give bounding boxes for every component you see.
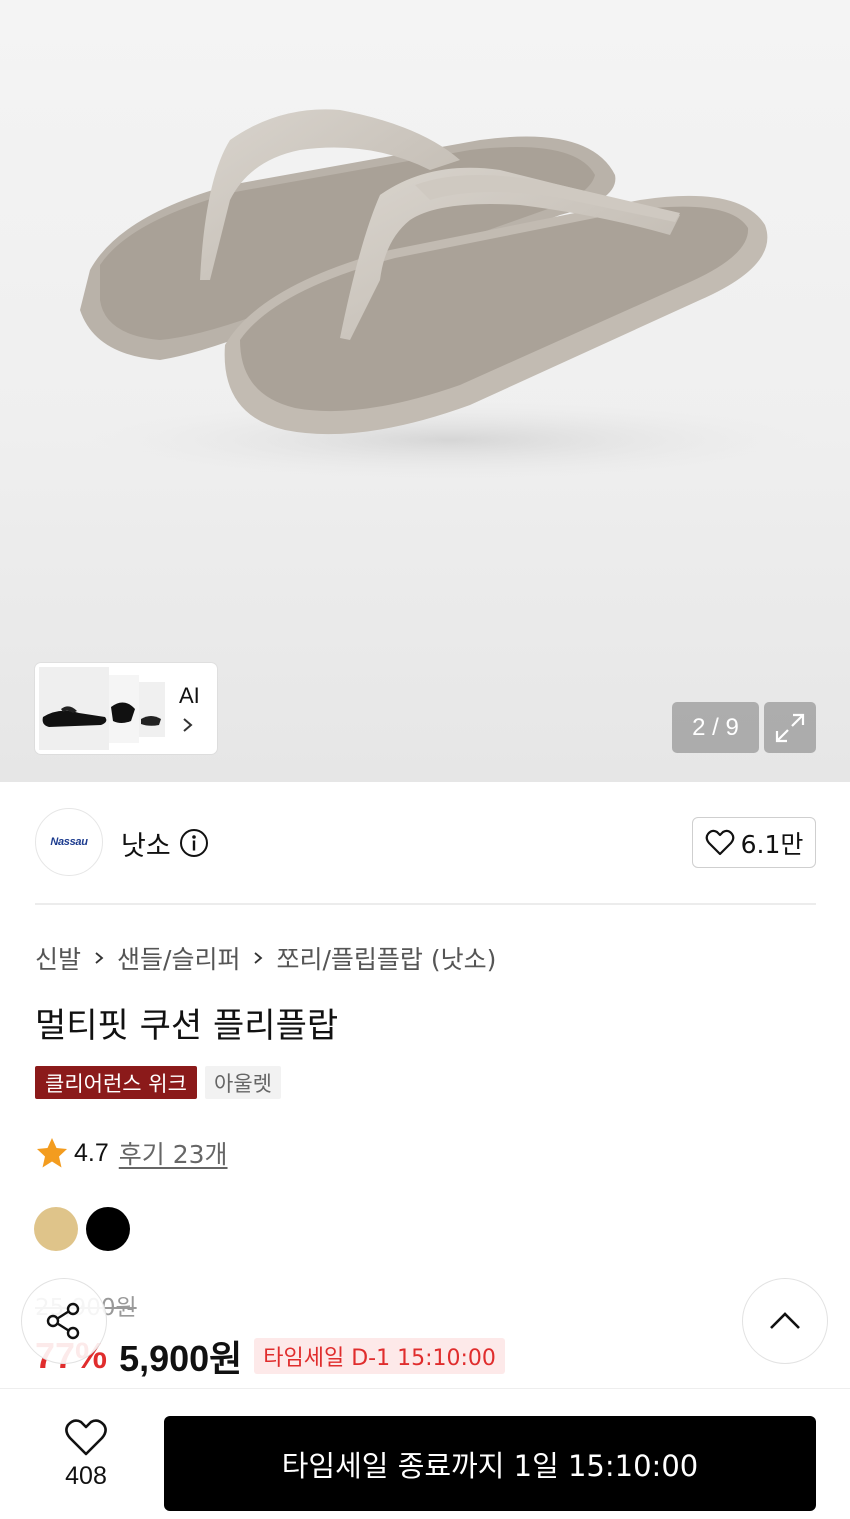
review-link[interactable]: 후기 23개: [119, 1135, 228, 1171]
breadcrumb-item[interactable]: 샌들/슬리퍼: [117, 940, 240, 976]
timesale-cta-button[interactable]: 타임세일 종료까지 1일 15:10:00: [164, 1416, 816, 1511]
heart-icon: [705, 829, 734, 855]
brand-like-count: 6.1만: [740, 829, 804, 859]
info-icon[interactable]: [179, 828, 209, 858]
scroll-top-button[interactable]: [742, 1278, 828, 1364]
timesale-badge: 타임세일 D-1 15:10:00: [254, 1338, 505, 1374]
ai-label: AI: [179, 683, 200, 708]
image-page-indicator: 2 / 9: [672, 702, 759, 753]
expand-icon: [775, 713, 805, 742]
share-button[interactable]: [21, 1278, 107, 1364]
star-icon: [37, 1138, 67, 1168]
product-title: 멀티핏 쿠션 플리플랍: [35, 1006, 339, 1046]
clearance-badge: 클리어런스 위크: [35, 1066, 197, 1099]
breadcrumb-item[interactable]: 쪼리/플립플랍 (낫소): [276, 940, 496, 976]
wish-count: 408: [65, 1462, 107, 1490]
color-swatch-black[interactable]: [86, 1207, 130, 1251]
price-row: 77% 5,900원 타임세일 D-1 15:10:00: [35, 1330, 505, 1382]
wish-button[interactable]: 408: [40, 1418, 132, 1504]
chevron-right-icon: [254, 952, 263, 964]
thumbnail-image: [39, 667, 165, 750]
brand-like-button[interactable]: 6.1만: [692, 817, 816, 868]
product-image[interactable]: AI 2 / 9: [0, 0, 850, 782]
rating-score: 4.7: [74, 1138, 109, 1167]
chevron-up-icon: [770, 1312, 800, 1329]
color-swatch-beige[interactable]: [34, 1207, 78, 1251]
divider: [35, 903, 816, 905]
chevron-right-icon: [95, 952, 104, 964]
brand-name[interactable]: 낫소: [121, 824, 171, 863]
breadcrumb-item[interactable]: 신발: [35, 940, 81, 976]
rating: 4.7 후기 23개: [35, 1135, 228, 1171]
breadcrumb: 신발 샌들/슬리퍼 쪼리/플립플랍 (낫소): [35, 940, 496, 976]
outlet-badge: 아울렛: [205, 1066, 281, 1099]
brand-logo[interactable]: Nassau: [35, 808, 103, 876]
share-icon: [46, 1302, 80, 1340]
sale-price: 5,900원: [119, 1338, 243, 1379]
chevron-right-icon: [183, 718, 193, 732]
heart-icon: [65, 1419, 107, 1456]
ai-recommend-card[interactable]: AI: [35, 663, 217, 754]
expand-button[interactable]: [764, 702, 816, 753]
